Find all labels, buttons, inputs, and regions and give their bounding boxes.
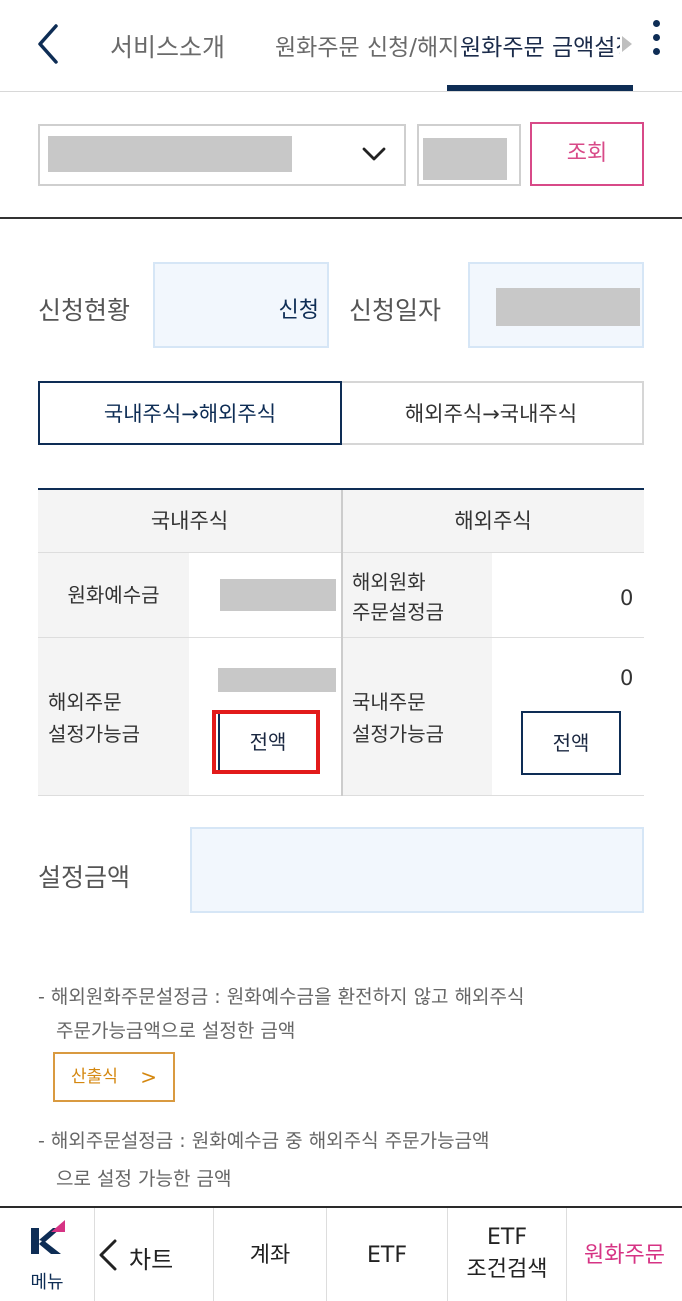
chevron-down-icon [362,147,386,161]
note-foreign-order-setting-cont: 으로 설정 가능한 금액 [56,1168,232,1190]
header-foreign: 해외주식 [342,490,644,552]
status-value: 신청 [278,298,319,323]
note-foreign-krw-order-setting: - 해외원화주문설정금 : 원화예수금을 환전하지 않고 해외주식 [38,986,525,1008]
nav-account[interactable]: 계좌 [214,1208,326,1301]
masked-apply-date [496,288,640,326]
active-tab-indicator [447,85,633,91]
top-header: 서비스소개 원화주문 신청/해지 원화주문 금액설정 [0,0,682,92]
chevron-right-icon: > [140,1065,157,1089]
note-foreign-order-setting: - 해외주문설정금 : 원화예수금 중 해외주식 주문가능금액 [38,1130,490,1152]
back-arrow-icon[interactable] [30,22,66,66]
amount-label: 설정금액 [38,863,131,892]
section-divider [0,217,682,219]
krw-deposit-label: 원화예수금 [38,553,189,637]
masked-password [423,138,507,180]
menu-label: 메뉴 [30,1272,64,1293]
header-domestic: 국내주식 [38,490,341,552]
amount-input[interactable] [190,827,644,913]
amount-table: 국내주식 해외주식 원화예수금 해외원화 주문설정금 0 해외주문 설정가능금 … [38,488,644,796]
query-button[interactable]: 조회 [530,122,644,186]
bottom-navigation: 메뉴 차트 계좌 ETF ETF 조건검색 원화주문 [0,1206,682,1301]
tab-krw-order-amount[interactable]: 원화주문 금액설정 [460,28,620,62]
status-field: 신청 [153,262,329,348]
tab-scroll-right-icon[interactable] [620,34,634,58]
domestic-available-value: 0 [620,666,634,690]
more-menu-icon[interactable] [646,20,666,64]
k-logo-icon [31,1220,65,1254]
nav-chart[interactable]: 차트 [95,1208,213,1301]
calc-formula-button[interactable]: 산출식 > [53,1052,175,1102]
account-select[interactable] [38,124,406,186]
apply-date-label: 신청일자 [349,296,442,325]
menu-button[interactable]: 메뉴 [0,1208,94,1301]
nav-krw-order[interactable]: 원화주문 [567,1208,682,1301]
masked-account-number [48,136,292,172]
nav-etf[interactable]: ETF [327,1208,447,1301]
apply-date-field [468,262,644,348]
tab-service-intro[interactable]: 서비스소개 [110,28,225,64]
foreign-krw-order-setting-label: 해외원화 주문설정금 [342,553,492,637]
all-button-domestic[interactable]: 전액 [521,711,621,775]
masked-krw-deposit [220,579,336,611]
nav-etf-screener[interactable]: ETF 조건검색 [448,1208,566,1301]
tab-domestic-to-foreign[interactable]: 국내주식→해외주식 [38,381,342,445]
password-field[interactable] [417,124,521,186]
highlight-box [212,710,320,774]
note-foreign-krw-order-setting-cont: 주문가능금액으로 설정한 금액 [56,1020,296,1042]
masked-foreign-available [218,668,336,692]
tab-krw-order-apply[interactable]: 원화주문 신청/해지 [275,28,459,62]
tab-foreign-to-domestic[interactable]: 해외주식→국내주식 [340,381,644,445]
foreign-available-label: 해외주문 설정가능금 [38,638,189,796]
foreign-krw-order-setting-value: 0 [620,586,634,610]
status-label: 신청현황 [38,296,131,325]
chevron-left-icon [99,1239,117,1271]
domestic-available-label: 국내주문 설정가능금 [342,638,492,796]
